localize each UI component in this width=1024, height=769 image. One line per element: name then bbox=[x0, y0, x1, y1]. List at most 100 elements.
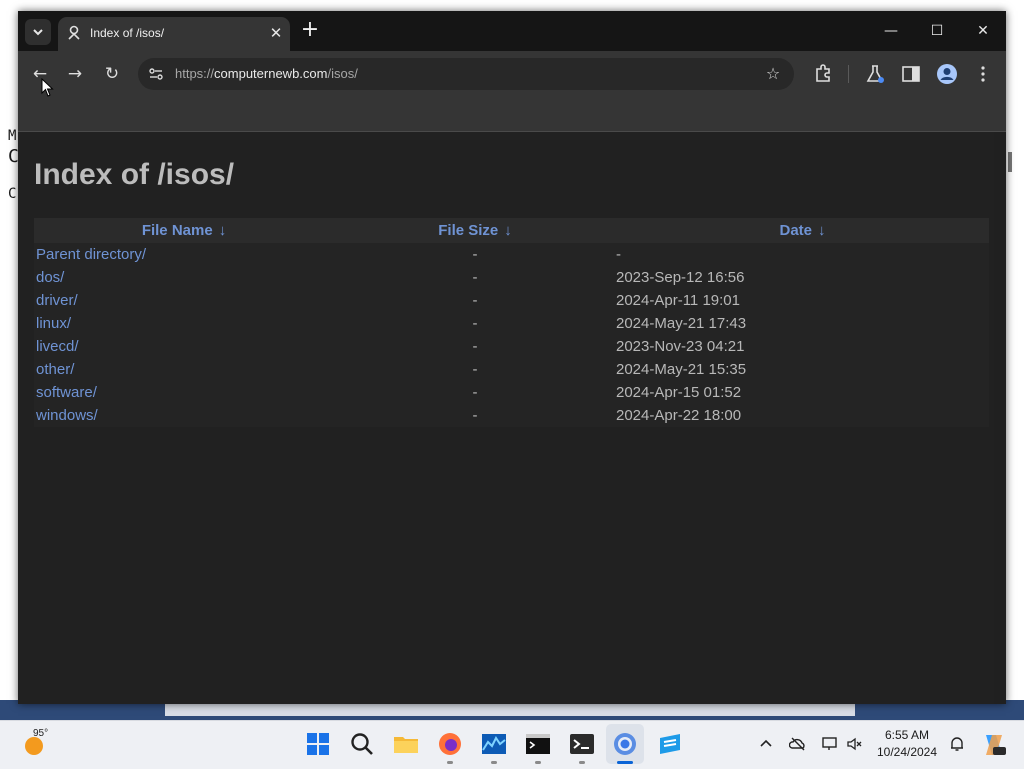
url-scheme: https:// bbox=[175, 66, 215, 81]
table-row: software/ - 2024-Apr-15 01:52 bbox=[34, 381, 989, 404]
site-settings-icon[interactable] bbox=[148, 66, 164, 82]
copilot-icon[interactable] bbox=[980, 731, 1008, 759]
browser-window: Index of /isos/ ✕ + — ☐ ✕ ← → ↻ https://… bbox=[18, 11, 1006, 704]
chevron-up-icon[interactable] bbox=[757, 735, 775, 753]
file-date: 2023-Nov-23 04:21 bbox=[616, 338, 745, 355]
tab-search-button[interactable] bbox=[25, 19, 51, 45]
column-header-date[interactable]: Date ↓ bbox=[616, 218, 989, 243]
close-icon: ✕ bbox=[269, 24, 283, 42]
address-bar[interactable]: https://computernewb.com/isos/ ☆ bbox=[138, 58, 794, 90]
bookmark-button[interactable]: ☆ bbox=[762, 63, 784, 85]
file-size: - bbox=[472, 315, 478, 332]
clock-time[interactable]: 6:55 AM bbox=[868, 728, 946, 742]
table-row: livecd/ - 2023-Nov-23 04:21 bbox=[34, 335, 989, 358]
taskbar: 95° 6:55 AM 10/24/2024 bbox=[0, 720, 1024, 769]
background-text-line: M bbox=[8, 128, 17, 144]
app-icon[interactable] bbox=[656, 730, 684, 758]
table-row: driver/ - 2024-Apr-11 19:01 bbox=[34, 289, 989, 312]
tab-title: Index of /isos/ bbox=[90, 26, 165, 40]
url-text[interactable]: https://computernewb.com/isos/ bbox=[175, 66, 358, 81]
column-label: File Name bbox=[141, 222, 213, 239]
volume-muted-icon[interactable] bbox=[846, 735, 864, 753]
extensions-icon[interactable] bbox=[812, 63, 834, 85]
maximize-button[interactable]: ☐ bbox=[926, 21, 948, 41]
reload-icon: ↻ bbox=[104, 64, 120, 84]
new-tab-button[interactable]: + bbox=[298, 19, 322, 43]
arrow-right-icon: → bbox=[67, 64, 83, 84]
labs-flask-icon[interactable] bbox=[864, 63, 886, 85]
file-date: 2024-May-21 17:43 bbox=[616, 315, 747, 332]
terminal-icon[interactable] bbox=[524, 730, 552, 758]
file-link[interactable]: Parent directory/ bbox=[36, 246, 146, 263]
file-link[interactable]: windows/ bbox=[36, 407, 98, 424]
minimize-button[interactable]: — bbox=[880, 21, 902, 41]
url-host: computernewb.com bbox=[214, 66, 328, 81]
toolbar-divider bbox=[848, 65, 849, 83]
file-date: - bbox=[616, 246, 621, 263]
forward-button[interactable]: → bbox=[64, 63, 86, 85]
file-size: - bbox=[472, 292, 478, 309]
tab-strip: Index of /isos/ ✕ + — ☐ ✕ bbox=[18, 11, 1006, 51]
site-favicon-icon bbox=[68, 25, 80, 40]
clock-date[interactable]: 10/24/2024 bbox=[868, 745, 946, 759]
file-link[interactable]: driver/ bbox=[36, 292, 78, 309]
file-size: - bbox=[472, 407, 478, 424]
terminal-icon[interactable] bbox=[568, 730, 596, 758]
file-date: 2024-Apr-15 01:52 bbox=[616, 384, 742, 401]
start-icon[interactable] bbox=[304, 730, 332, 758]
minimize-icon: — bbox=[884, 23, 898, 39]
plus-icon: + bbox=[300, 17, 320, 42]
bookmarks-bar bbox=[18, 97, 1006, 132]
file-link[interactable]: linux/ bbox=[36, 315, 71, 332]
search-icon[interactable] bbox=[348, 730, 376, 758]
file-size: - bbox=[472, 361, 478, 378]
table-row: Parent directory/ - - bbox=[34, 243, 989, 266]
chevron-down-icon bbox=[33, 29, 43, 36]
file-size: - bbox=[472, 384, 478, 401]
file-listing-table: File Name ↓ File Size ↓ Date ↓ Parent direc… bbox=[34, 218, 989, 427]
file-size: - bbox=[472, 338, 478, 355]
browser-toolbar: ← → ↻ https://computernewb.com/isos/ ☆ bbox=[18, 51, 1006, 97]
close-window-button[interactable]: ✕ bbox=[972, 21, 994, 41]
column-header-file-name[interactable]: File Name ↓ bbox=[34, 218, 334, 243]
profile-avatar-icon[interactable] bbox=[936, 63, 958, 85]
task-manager-icon[interactable] bbox=[480, 730, 508, 758]
active-indicator bbox=[617, 761, 633, 764]
chrome-icon[interactable] bbox=[611, 730, 639, 758]
tab-index-isos[interactable]: Index of /isos/ ✕ bbox=[58, 17, 290, 51]
mouse-cursor-icon bbox=[41, 78, 54, 97]
running-indicator bbox=[535, 761, 541, 764]
file-date: 2024-May-21 15:35 bbox=[616, 361, 747, 378]
notification-bell-icon[interactable] bbox=[948, 735, 966, 753]
file-link[interactable]: other/ bbox=[36, 361, 74, 378]
file-date: 2023-Sep-12 16:56 bbox=[616, 269, 745, 286]
background-scrollbar bbox=[1006, 104, 1020, 700]
column-header-file-size[interactable]: File Size ↓ bbox=[334, 218, 616, 243]
background-text-line: C bbox=[8, 186, 17, 202]
onedrive-offline-icon[interactable] bbox=[789, 735, 807, 753]
maximize-icon: ☐ bbox=[930, 23, 944, 39]
sort-arrow-icon: ↓ bbox=[818, 222, 826, 239]
table-header-row: File Name ↓ File Size ↓ Date ↓ bbox=[34, 218, 989, 243]
table-row: other/ - 2024-May-21 15:35 bbox=[34, 358, 989, 381]
column-label: Date bbox=[779, 222, 812, 239]
file-link[interactable]: software/ bbox=[36, 384, 97, 401]
close-tab-button[interactable]: ✕ bbox=[266, 23, 286, 43]
running-indicator bbox=[579, 761, 585, 764]
file-date: 2024-Apr-11 19:01 bbox=[616, 292, 740, 309]
network-icon[interactable] bbox=[821, 735, 839, 753]
file-size: - bbox=[472, 246, 478, 263]
star-icon: ☆ bbox=[765, 64, 781, 83]
running-indicator bbox=[447, 761, 453, 764]
page-scrollbar[interactable] bbox=[994, 132, 1006, 704]
file-link[interactable]: livecd/ bbox=[36, 338, 79, 355]
table-row: dos/ - 2023-Sep-12 16:56 bbox=[34, 266, 989, 289]
file-explorer-icon[interactable] bbox=[392, 730, 420, 758]
more-menu-icon[interactable] bbox=[972, 63, 994, 85]
file-link[interactable]: dos/ bbox=[36, 269, 64, 286]
firefox-icon[interactable] bbox=[436, 730, 464, 758]
side-panel-icon[interactable] bbox=[900, 63, 922, 85]
page-content: Index of /isos/ File Name ↓ File Size ↓ Da… bbox=[18, 132, 1006, 704]
reload-button[interactable]: ↻ bbox=[101, 63, 123, 85]
page-title: Index of /isos/ bbox=[34, 158, 235, 191]
